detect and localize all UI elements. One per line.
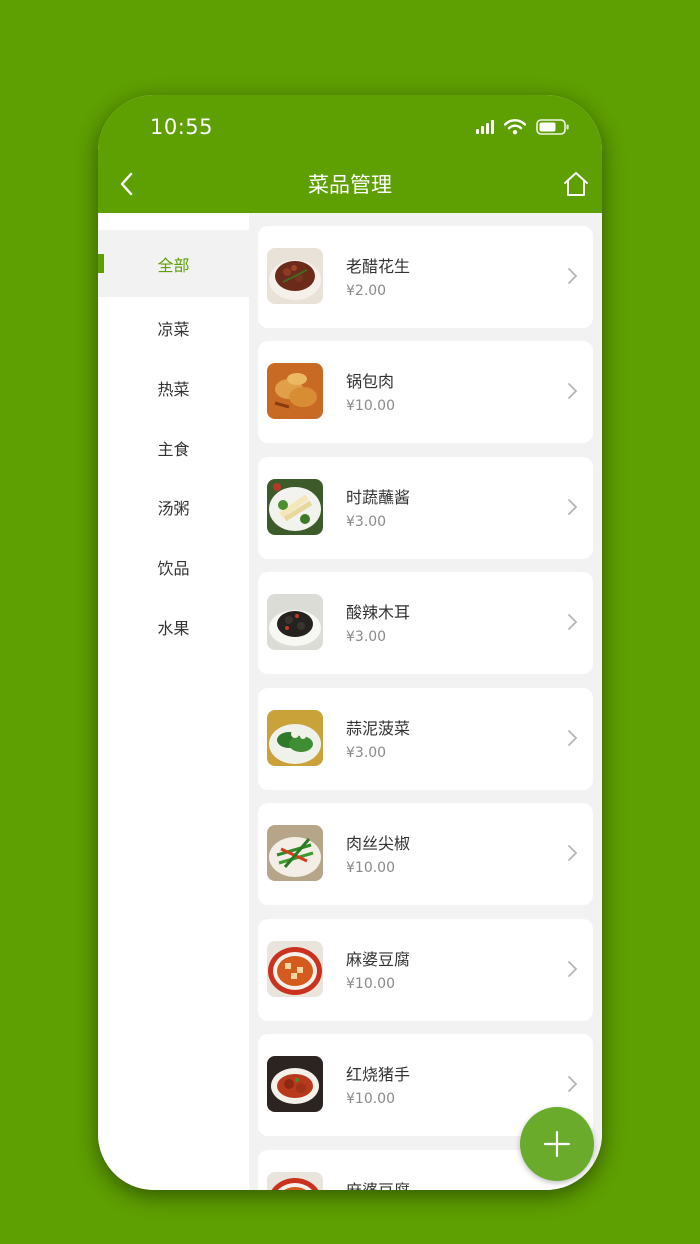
page-title: 菜品管理 [308, 173, 392, 197]
dish-price: ¥10.00 [346, 860, 395, 876]
dish-name: 时蔬蘸酱 [346, 488, 411, 507]
phone-screen: 10:55 菜品管理 全部 凉菜 热菜 主食 汤粥 饮品 水果 老醋花生 ¥2.… [98, 95, 602, 1190]
chevron-right-icon [568, 268, 578, 284]
dish-card[interactable]: 蒜泥菠菜 ¥3.00 [258, 688, 593, 790]
category-drinks[interactable]: 饮品 [98, 533, 249, 600]
dish-image [267, 710, 323, 766]
dish-price: ¥2.00 [346, 283, 387, 299]
dish-price: ¥10.00 [346, 398, 395, 414]
home-icon [564, 172, 588, 196]
battery-icon [536, 119, 569, 135]
dish-price: ¥3.00 [346, 629, 387, 645]
dish-card[interactable]: 酸辣木耳 ¥3.00 [258, 572, 593, 674]
category-hot-dishes[interactable]: 热菜 [98, 354, 249, 421]
dish-card[interactable]: 老醋花生 ¥2.00 [258, 226, 593, 328]
dish-card[interactable]: 肉丝尖椒 ¥10.00 [258, 803, 593, 905]
dish-name: 酸辣木耳 [346, 603, 411, 622]
dish-price: ¥10.00 [346, 976, 395, 992]
dish-image [267, 1056, 323, 1112]
chevron-right-icon [568, 499, 578, 515]
dish-card[interactable]: 麻婆豆腐 ¥10.00 [258, 919, 593, 1021]
dish-image [267, 941, 323, 997]
chevron-right-icon [568, 961, 578, 977]
chevron-right-icon [568, 383, 578, 399]
dish-image [267, 825, 323, 881]
add-dish-button[interactable] [520, 1107, 594, 1181]
status-icons [476, 119, 570, 135]
dish-price: ¥3.00 [346, 514, 387, 530]
dish-name: 蒜泥菠菜 [346, 719, 411, 738]
dish-image [267, 1172, 323, 1190]
dish-list: 老醋花生 ¥2.00 锅包肉 ¥10.00 时蔬蘸酱 ¥3.00 酸辣木耳 ¥3… [249, 213, 602, 1190]
dish-name: 红烧猪手 [346, 1065, 411, 1084]
dish-name: 麻婆豆腐 [346, 1177, 410, 1190]
chevron-right-icon [568, 1076, 578, 1092]
category-soup-porridge[interactable]: 汤粥 [98, 473, 249, 540]
plus-icon [543, 1130, 571, 1158]
category-all[interactable]: 全部 [98, 230, 249, 297]
chevron-right-icon [568, 845, 578, 861]
dish-card[interactable]: 时蔬蘸酱 ¥3.00 [258, 457, 593, 559]
dish-name: 麻婆豆腐 [346, 950, 411, 969]
dish-image [267, 479, 323, 535]
dish-card[interactable]: 锅包肉 ¥10.00 [258, 341, 593, 443]
top-bar: 10:55 菜品管理 [98, 95, 602, 213]
category-fruit[interactable]: 水果 [98, 593, 249, 660]
status-time: 10:55 [150, 115, 214, 139]
category-sidebar: 全部 凉菜 热菜 主食 汤粥 饮品 水果 [98, 213, 249, 1190]
dish-price: ¥10.00 [346, 1091, 395, 1107]
dish-image [267, 248, 323, 304]
dish-image [267, 363, 323, 419]
wifi-icon [504, 119, 526, 135]
dish-name: 老醋花生 [346, 257, 411, 276]
chevron-right-icon [568, 614, 578, 630]
category-cold-dishes[interactable]: 凉菜 [98, 294, 249, 361]
chevron-right-icon [568, 730, 578, 746]
dish-image [267, 594, 323, 650]
home-button[interactable] [562, 169, 590, 199]
dish-price: ¥3.00 [346, 745, 387, 761]
dish-name: 肉丝尖椒 [346, 834, 411, 853]
category-staple-food[interactable]: 主食 [98, 414, 249, 481]
signal-icon [476, 120, 494, 134]
dish-name: 锅包肉 [346, 372, 395, 391]
